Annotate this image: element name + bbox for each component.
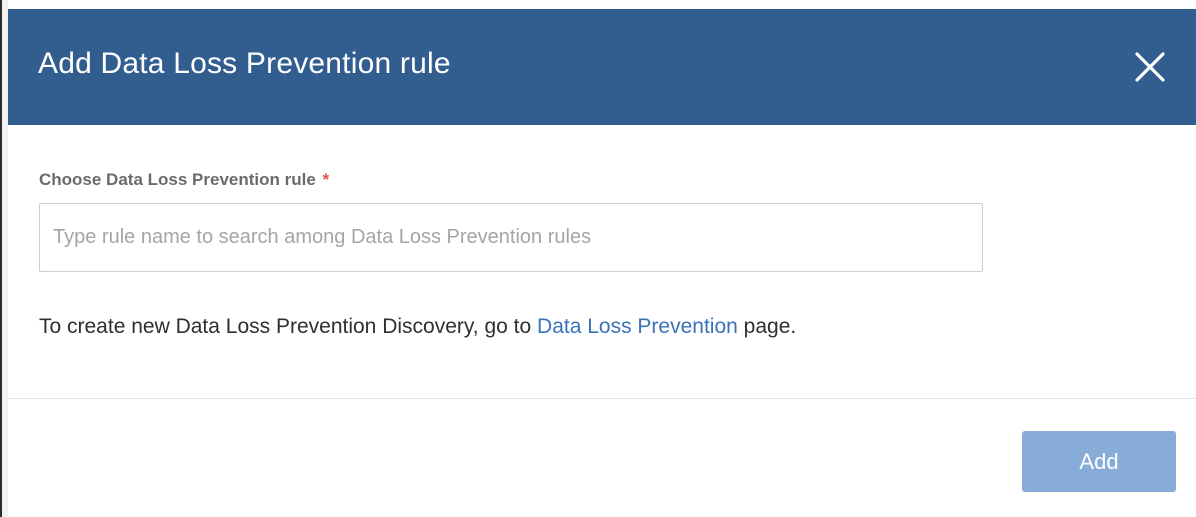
required-marker: * — [322, 170, 330, 189]
add-dlp-rule-dialog: Add Data Loss Prevention rule Choose Dat… — [0, 0, 1196, 517]
info-text: To create new Data Loss Prevention Disco… — [39, 315, 796, 339]
close-button[interactable] — [1134, 51, 1166, 83]
footer-divider — [8, 398, 1196, 399]
rule-field-label: Choose Data Loss Prevention rule * — [39, 170, 329, 190]
dialog-title: Add Data Loss Prevention rule — [38, 47, 451, 80]
rule-field-label-text: Choose Data Loss Prevention rule — [39, 170, 316, 189]
add-button[interactable]: Add — [1022, 431, 1176, 492]
info-text-suffix: page. — [737, 315, 797, 338]
close-icon — [1135, 52, 1165, 82]
rule-search-input[interactable] — [39, 203, 983, 272]
dlp-page-link[interactable]: Data Loss Prevention — [537, 315, 738, 338]
dialog-header: Add Data Loss Prevention rule — [8, 9, 1196, 125]
info-text-prefix: To create new Data Loss Prevention Disco… — [39, 315, 538, 338]
